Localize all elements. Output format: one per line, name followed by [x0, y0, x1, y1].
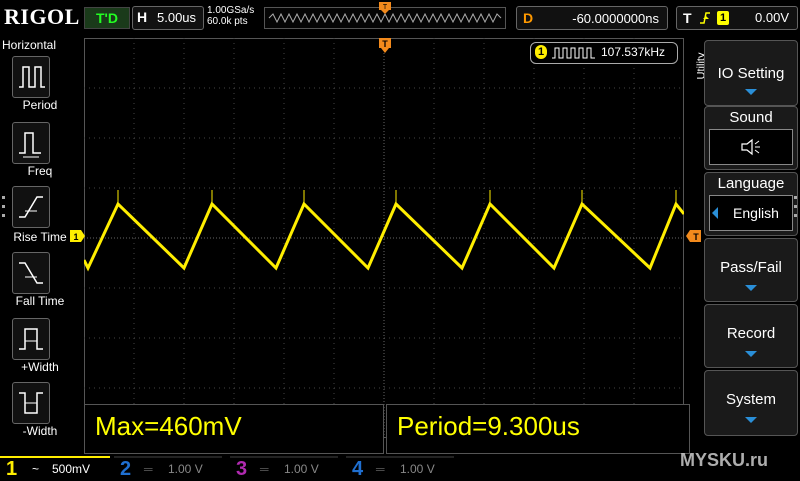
channel1-coupling: ~: [32, 462, 40, 476]
channel2-scale: 1.00 V: [168, 462, 203, 476]
submenu-arrow-icon: [745, 417, 757, 423]
measure-rise-time-button[interactable]: [12, 186, 50, 228]
language-button[interactable]: Language English: [704, 172, 798, 236]
channel-status-bar: 1 ~ 500mV 2 ═ 1.00 V 3 ═ 1.00 V 4 ═ 1.00…: [0, 450, 800, 480]
rising-edge-icon: [700, 12, 710, 24]
negative-width-icon: [19, 392, 43, 414]
svg-text:T: T: [693, 232, 699, 242]
channel1-offset-marker-icon[interactable]: 1: [70, 230, 86, 242]
trigger-position-marker-icon[interactable]: T: [378, 38, 392, 54]
delay-value: -60.0000000ns: [572, 11, 659, 26]
counter-channel-badge: 1: [535, 45, 547, 59]
io-setting-label: IO Setting: [717, 65, 785, 82]
system-button[interactable]: System: [704, 370, 798, 436]
sound-value-box: [709, 129, 793, 165]
frequency-icon: [19, 132, 41, 158]
measurement-max[interactable]: Max=460mV: [84, 404, 384, 454]
fall-time-icon: [19, 262, 43, 284]
chevron-left-icon: [712, 207, 718, 219]
system-label: System: [725, 391, 776, 408]
waveform-display[interactable]: [82, 38, 686, 438]
language-label: Language: [717, 175, 785, 192]
channel4-coupling-icon: ═: [376, 462, 385, 476]
submenu-arrow-icon: [745, 89, 757, 95]
sound-label: Sound: [729, 109, 773, 126]
pass-fail-label: Pass/Fail: [720, 259, 782, 276]
measurement-max-text: Max=460mV: [95, 411, 242, 441]
frequency-counter: 1 107.537kHz: [530, 42, 678, 64]
trigger-channel-badge: 1: [717, 11, 729, 25]
trigger-level-marker-icon[interactable]: T: [686, 230, 702, 242]
measure-fall-time-button[interactable]: [12, 252, 50, 294]
submenu-arrow-icon: [745, 351, 757, 357]
measure-menu: Horizontal Period Freq Rise Time Fall Ti…: [0, 36, 80, 456]
record-label: Record: [726, 325, 776, 342]
language-value: English: [733, 205, 779, 221]
svg-text:T: T: [383, 4, 388, 11]
measure-period-button[interactable]: [12, 56, 50, 98]
channel4-tab[interactable]: 4 ═ 1.00 V: [346, 456, 454, 480]
utility-menu: IO Setting Sound Language English Pass/F…: [704, 38, 798, 458]
svg-text:1: 1: [73, 232, 78, 242]
brand-logo: RIGOL: [4, 4, 80, 29]
measure-rise-time-label: Rise Time: [13, 230, 67, 244]
measurement-period-text: Period=9.300us: [397, 411, 580, 441]
square-wave-icon: [552, 47, 595, 59]
measurement-period[interactable]: Period=9.300us: [386, 404, 690, 454]
channel2-number: 2: [120, 458, 132, 480]
period-icon: [19, 66, 45, 88]
sound-button[interactable]: Sound: [704, 106, 798, 170]
record-button[interactable]: Record: [704, 304, 798, 368]
channel4-scale: 1.00 V: [400, 462, 435, 476]
memory-depth: 60.0k pts: [207, 16, 248, 27]
delay-key: D: [523, 10, 534, 26]
channel3-tab[interactable]: 3 ═ 1.00 V: [230, 456, 338, 480]
menu-scroll-dots: [2, 196, 6, 220]
channel1-tab[interactable]: 1 ~ 500mV: [0, 456, 110, 480]
waveform-grid: [82, 38, 686, 438]
memory-overview-bar[interactable]: T: [264, 2, 506, 29]
submenu-arrow-icon: [745, 285, 757, 291]
channel3-number: 3: [236, 458, 248, 480]
horizontal-scale-readout[interactable]: H 5.00us: [132, 6, 204, 30]
measure-period-label: Period: [22, 98, 58, 112]
sample-rate: 1.00GSa/s: [207, 5, 255, 16]
measure-negative-width-label: -Width: [22, 424, 58, 438]
measure-freq-button[interactable]: [12, 122, 50, 164]
top-status-bar: RIGOL T'D H 5.00us 1.00GSa/s 60.0k pts T…: [0, 0, 800, 36]
measure-fall-time-label: Fall Time: [15, 294, 65, 308]
channel3-coupling-icon: ═: [260, 462, 269, 476]
channel1-scale: 500mV: [52, 462, 91, 476]
measure-positive-width-label: +Width: [21, 360, 59, 374]
channel2-tab[interactable]: 2 ═ 1.00 V: [114, 456, 222, 480]
measure-positive-width-button[interactable]: [12, 318, 50, 360]
menu-scroll-dots: [794, 196, 798, 220]
channel2-coupling-icon: ═: [144, 462, 153, 476]
delay-readout[interactable]: D -60.0000000ns: [516, 6, 668, 30]
measure-freq-label: Freq: [27, 164, 53, 178]
language-value-box: English: [709, 195, 793, 231]
watermark: MYSKU.ru: [680, 450, 769, 470]
measure-negative-width-button[interactable]: [12, 382, 50, 424]
positive-width-icon: [19, 328, 43, 350]
measure-menu-title: Horizontal: [2, 38, 57, 52]
io-setting-button[interactable]: IO Setting: [704, 40, 798, 106]
channel1-number: 1: [6, 458, 18, 480]
channel4-number: 4: [352, 458, 364, 480]
memory-trigger-marker-icon: T: [379, 2, 391, 14]
pass-fail-button[interactable]: Pass/Fail: [704, 238, 798, 302]
counter-value: 107.537kHz: [601, 45, 666, 59]
speaker-icon: [741, 138, 760, 156]
horizontal-scale-value: 5.00us: [157, 10, 197, 25]
rise-time-icon: [19, 196, 43, 218]
trigger-readout[interactable]: T 1 0.00V: [676, 6, 798, 30]
svg-text:T: T: [382, 39, 388, 49]
channel3-scale: 1.00 V: [284, 462, 319, 476]
acquisition-info: 1.00GSa/s 60.0k pts: [207, 5, 254, 27]
trigger-level-value: 0.00V: [755, 10, 789, 25]
horizontal-key: H: [137, 9, 148, 25]
trigger-key: T: [683, 10, 692, 26]
run-state-indicator[interactable]: T'D: [84, 7, 130, 29]
